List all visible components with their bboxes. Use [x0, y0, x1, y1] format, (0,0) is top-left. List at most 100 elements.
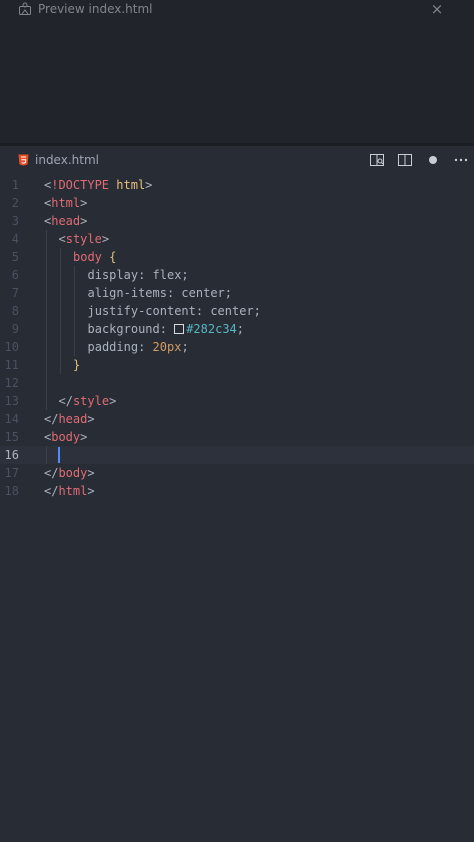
- code-text: <html>: [44, 194, 87, 212]
- code-line[interactable]: 18 </html>: [0, 482, 474, 500]
- code-token: >: [101, 232, 110, 246]
- indent-guide: [46, 248, 47, 266]
- code-token: >: [109, 394, 117, 408]
- indent-guide: [46, 284, 47, 302]
- code-token: </: [58, 394, 73, 408]
- code-token: >: [87, 412, 95, 426]
- code-line[interactable]: 13 </style>: [0, 392, 474, 410]
- indent-guide: [46, 392, 47, 410]
- line-number: 15: [4, 430, 19, 444]
- code-text: </html>: [44, 482, 95, 500]
- code-text: padding: 20px;: [88, 338, 189, 356]
- editor-tab-bar: index.html: [0, 146, 474, 174]
- close-icon[interactable]: ×: [430, 0, 444, 18]
- code-line[interactable]: 16: [0, 446, 474, 464]
- indent-guide: [60, 338, 61, 356]
- code-text: align-items: center;: [88, 284, 233, 302]
- indent-guide: [60, 302, 61, 320]
- code-text: justify-content: center;: [88, 302, 261, 320]
- line-number: 16: [4, 448, 19, 462]
- code-text: body {: [73, 248, 116, 266]
- indent-guide: [74, 302, 75, 320]
- code-token: !DOCTYPE: [51, 178, 110, 192]
- code-token: body: [51, 430, 81, 444]
- open-preview-icon[interactable]: [370, 153, 384, 167]
- indent-guide: [46, 356, 47, 374]
- code-text: </head>: [44, 410, 95, 428]
- code-token: ;: [181, 340, 189, 354]
- code-line[interactable]: 14 </head>: [0, 410, 474, 428]
- indent-guide: [46, 266, 47, 284]
- code-text: <!DOCTYPE html>: [44, 176, 152, 194]
- code-token: >: [87, 484, 95, 498]
- indent-guide: [60, 356, 61, 374]
- editor-tab-label: index.html: [35, 153, 99, 167]
- code-token: align-items: center;: [87, 286, 233, 300]
- more-actions-icon[interactable]: [454, 153, 468, 167]
- code-line[interactable]: 15 <body>: [0, 428, 474, 446]
- preview-pane: [0, 18, 474, 143]
- code-token: 20px: [152, 340, 182, 354]
- line-number: 6: [11, 268, 19, 282]
- line-number: 13: [4, 394, 19, 408]
- line-number: 1: [11, 178, 19, 192]
- code-text: }: [73, 356, 80, 374]
- indent-guide: [46, 302, 47, 320]
- unsaved-dot-icon[interactable]: [426, 153, 440, 167]
- code-token: </: [44, 484, 59, 498]
- code-token: {: [109, 250, 117, 264]
- code-line[interactable]: 5 body {: [0, 248, 474, 266]
- code-token: ;: [236, 322, 245, 336]
- code-token: #282c34: [186, 322, 237, 336]
- line-number: 14: [4, 412, 19, 426]
- code-token: style: [72, 394, 110, 408]
- indent-guide: [46, 374, 47, 392]
- code-token: style: [65, 232, 102, 246]
- line-number: 17: [4, 466, 19, 480]
- indent-guide: [46, 320, 47, 338]
- editor-tab-index-html[interactable]: index.html: [0, 146, 99, 174]
- code-line[interactable]: 2 <html>: [0, 194, 474, 212]
- color-swatch[interactable]: [174, 324, 185, 334]
- code-editor[interactable]: 1 <!DOCTYPE html> 2 <html> 3 <head> 4 <style> 5 b…: [0, 176, 474, 500]
- code-token: <: [58, 232, 66, 246]
- code-line[interactable]: 7 align-items: center;: [0, 284, 474, 302]
- code-text: <style>: [59, 230, 110, 248]
- indent-guide: [74, 320, 75, 338]
- code-line[interactable]: 3 <head>: [0, 212, 474, 230]
- indent-guide: [60, 248, 61, 266]
- code-line[interactable]: 8 justify-content: center;: [0, 302, 474, 320]
- line-number: 7: [11, 286, 19, 300]
- code-token: }: [73, 358, 81, 372]
- code-token: </: [44, 466, 59, 480]
- code-line[interactable]: 11}: [0, 356, 474, 374]
- code-token: padding:: [87, 340, 153, 354]
- code-line[interactable]: 9 background: #282c34;: [0, 320, 474, 338]
- preview-tab[interactable]: Preview index.html: [0, 0, 458, 18]
- line-number: 8: [11, 304, 19, 318]
- indent-guide: [74, 266, 75, 284]
- html5-icon: [18, 154, 29, 166]
- code-token: >: [80, 196, 88, 210]
- code-line[interactable]: 6 display: flex;: [0, 266, 474, 284]
- line-number: 12: [4, 376, 19, 390]
- split-editor-icon[interactable]: [398, 153, 412, 167]
- indent-guide: [60, 320, 61, 338]
- code-text: background: #282c34;: [88, 320, 245, 338]
- code-token: head: [58, 412, 88, 426]
- code-token: head: [51, 214, 81, 228]
- code-text: </style>: [59, 392, 117, 410]
- indent-guide: [46, 446, 47, 464]
- code-token: background:: [87, 322, 175, 336]
- code-line[interactable]: 4 <style>: [0, 230, 474, 248]
- line-number: 9: [11, 322, 19, 336]
- preview-tab-bar: Preview index.html ×: [0, 0, 474, 18]
- code-line[interactable]: 1 <!DOCTYPE html>: [0, 176, 474, 194]
- code-text: <body>: [44, 428, 87, 446]
- code-line[interactable]: 12: [0, 374, 474, 392]
- line-number: 18: [4, 484, 19, 498]
- code-line[interactable]: 10 padding: 20px;: [0, 338, 474, 356]
- line-number: 10: [4, 340, 19, 354]
- code-line[interactable]: 17 </body>: [0, 464, 474, 482]
- line-number: 3: [11, 214, 19, 228]
